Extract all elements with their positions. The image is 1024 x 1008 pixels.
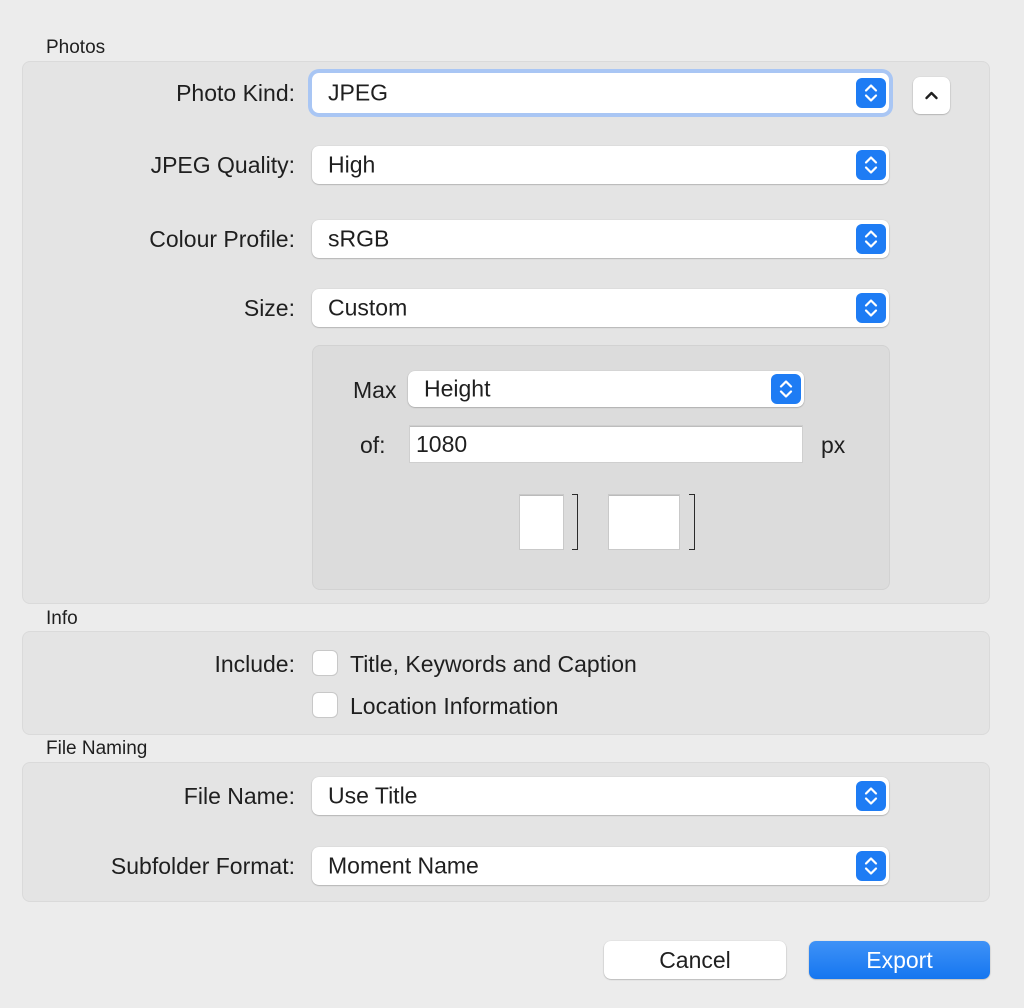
of-label: of: — [360, 432, 386, 458]
popup-arrows-icon — [856, 224, 886, 254]
file-naming-section-title: File Naming — [46, 738, 148, 759]
file-name-value: Use Title — [328, 782, 418, 809]
popup-arrows-icon — [856, 78, 886, 108]
colour-profile-label: Colour Profile: — [149, 226, 295, 252]
export-button[interactable]: Export — [809, 941, 990, 979]
subfolder-format-label: Subfolder Format: — [110, 853, 295, 879]
max-dimension-popup[interactable]: Height — [408, 371, 804, 407]
popup-arrows-icon — [771, 374, 801, 404]
width-mini-field[interactable] — [519, 494, 564, 550]
colour-profile-value: sRGB — [328, 225, 390, 252]
popup-arrows-icon — [856, 851, 886, 881]
photo-kind-label: Photo Kind: — [176, 80, 295, 106]
max-size-field[interactable] — [409, 425, 803, 463]
jpeg-quality-popup[interactable]: High — [312, 146, 889, 184]
photos-section-title: Photos — [46, 37, 106, 58]
max-label: Max — [353, 377, 397, 403]
bracket-icon — [689, 494, 695, 550]
unit-label: px — [821, 432, 846, 458]
popup-arrows-icon — [856, 150, 886, 180]
colour-profile-popup[interactable]: sRGB — [312, 220, 889, 258]
file-name-label: File Name: — [183, 783, 295, 809]
max-dimension-value: Height — [424, 375, 491, 402]
popup-arrows-icon — [856, 293, 886, 323]
bracket-icon — [572, 494, 578, 550]
photo-kind-popup[interactable]: JPEG — [312, 73, 889, 113]
jpeg-quality-label: JPEG Quality: — [150, 152, 295, 178]
info-section-title: Info — [46, 608, 78, 629]
chevron-up-icon — [925, 91, 938, 100]
max-size-input[interactable] — [410, 426, 802, 462]
subfolder-format-value: Moment Name — [328, 852, 479, 879]
size-popup[interactable]: Custom — [312, 289, 889, 327]
title-keywords-checkbox[interactable] — [313, 651, 337, 675]
subfolder-format-popup[interactable]: Moment Name — [312, 847, 889, 885]
file-name-popup[interactable]: Use Title — [312, 777, 889, 815]
photo-kind-value: JPEG — [328, 79, 389, 106]
popup-arrows-icon — [856, 781, 886, 811]
jpeg-quality-value: High — [328, 151, 376, 178]
location-info-label[interactable]: Location Information — [350, 693, 558, 720]
size-value: Custom — [328, 294, 408, 321]
height-mini-field[interactable] — [608, 494, 680, 550]
title-keywords-label[interactable]: Title, Keywords and Caption — [350, 651, 637, 678]
cancel-button[interactable]: Cancel — [604, 941, 786, 979]
collapse-options-button[interactable] — [913, 77, 950, 114]
include-label: Include: — [214, 651, 295, 677]
location-info-checkbox[interactable] — [313, 693, 337, 717]
size-label: Size: — [243, 295, 295, 321]
